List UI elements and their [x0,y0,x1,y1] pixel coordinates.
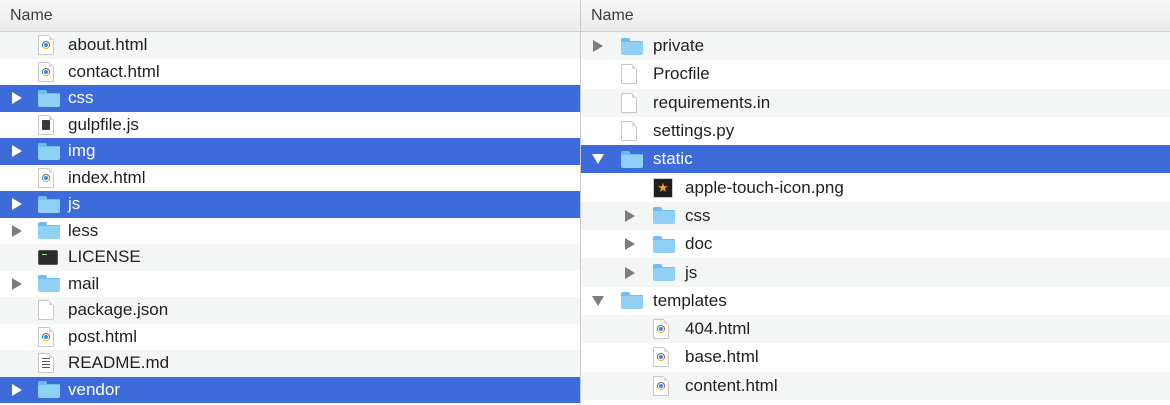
document-icon [621,64,637,85]
file-name: img [68,141,96,161]
disclosure-closed-icon[interactable] [12,277,22,290]
file-row[interactable]: contact.html [0,59,580,86]
terminal-file-icon [38,249,58,265]
file-name: contact.html [68,61,160,81]
file-name: about.html [68,35,148,55]
folder-icon [621,292,643,310]
folder-icon [653,207,675,225]
file-name: package.json [68,300,169,320]
file-name: mail [68,273,100,293]
executable-file-icon [38,114,54,135]
chrome-html-file-icon [653,375,669,396]
file-name: 404.html [685,319,751,339]
disclosure-closed-icon[interactable] [12,224,22,237]
disclosure-closed-icon[interactable] [625,238,635,251]
folder-icon [653,235,675,253]
right-file-list: Name private Procfile requirements.in setti… [581,0,1170,405]
chrome-html-file-icon [38,61,54,82]
file-row[interactable]: LICENSE [0,244,580,271]
file-row[interactable]: README.md [0,350,580,377]
chrome-html-file-icon [38,326,54,347]
file-row[interactable]: index.html [0,165,580,192]
document-icon [621,121,637,142]
file-name: js [685,262,698,282]
file-name: css [68,88,94,108]
disclosure-closed-icon[interactable] [593,40,603,53]
left-rows: about.html contact.html css gulpfile.js img i… [0,32,580,403]
file-name: css [685,205,711,225]
file-row[interactable]: ★ apple-touch-icon.png [581,173,1170,201]
folder-icon [38,222,60,240]
file-row[interactable]: vendor [0,376,580,403]
name-column-header[interactable]: Name [581,0,1170,32]
file-name: post.html [68,326,137,346]
disclosure-closed-icon[interactable] [12,383,22,396]
file-row[interactable]: Procfile [581,60,1170,88]
file-name: static [653,149,693,169]
file-row[interactable]: mail [0,271,580,298]
disclosure-open-icon[interactable] [592,295,604,306]
image-file-icon: ★ [653,177,673,198]
file-name: js [68,194,81,214]
file-name: content.html [685,375,778,395]
file-row[interactable]: templates [581,287,1170,315]
disclosure-closed-icon[interactable] [625,209,635,222]
folder-icon [38,275,60,293]
file-row[interactable]: about.html [0,32,580,59]
folder-icon [38,195,60,213]
folder-icon [621,37,643,55]
file-name: README.md [68,353,170,373]
file-row[interactable]: requirements.in [581,88,1170,117]
disclosure-closed-icon[interactable] [12,145,22,158]
file-row[interactable]: img [0,138,580,165]
file-name: index.html [68,167,146,187]
chrome-html-file-icon [38,167,54,188]
left-file-list: Name about.html contact.html css gulpfile.j… [0,0,580,405]
file-row[interactable]: gulpfile.js [0,112,580,139]
document-icon [621,92,637,113]
file-row[interactable]: less [0,218,580,245]
file-name: templates [653,290,727,310]
file-row[interactable]: 404.html [581,314,1170,344]
file-name: Procfile [653,64,710,84]
folder-icon [653,264,675,282]
chrome-html-file-icon [38,35,54,56]
file-name: base.html [685,347,759,367]
document-icon [38,300,54,321]
file-row[interactable]: content.html [581,371,1170,400]
disclosure-closed-icon[interactable] [12,198,22,211]
disclosure-closed-icon[interactable] [625,266,635,279]
name-column-header[interactable]: Name [0,0,580,32]
folder-icon [621,150,643,168]
file-row[interactable]: post.html [0,324,580,351]
file-name: private [653,36,705,56]
chrome-html-file-icon [653,347,669,368]
file-name: gulpfile.js [68,114,139,134]
file-row[interactable]: base.html [581,343,1170,371]
file-row[interactable]: css [581,201,1170,231]
file-name: less [68,220,99,240]
folder-icon [38,381,60,399]
file-name: apple-touch-icon.png [685,177,844,197]
right-rows: private Procfile requirements.in settings.p… [581,32,1170,400]
folder-icon [38,142,60,160]
folder-icon [38,89,60,107]
markdown-file-icon [38,353,54,374]
file-name: LICENSE [68,247,141,267]
file-row[interactable]: static [581,145,1170,174]
file-row[interactable]: doc [581,230,1170,258]
file-name: settings.py [653,121,735,141]
chrome-html-file-icon [653,319,669,340]
file-name: vendor [68,379,120,399]
file-row[interactable]: package.json [0,297,580,324]
disclosure-open-icon[interactable] [592,154,604,165]
file-row[interactable]: settings.py [581,117,1170,145]
file-name: doc [685,234,713,254]
file-name: requirements.in [653,92,771,112]
file-row[interactable]: private [581,32,1170,61]
file-row[interactable]: js [581,258,1170,287]
file-row[interactable]: css [0,85,580,112]
disclosure-closed-icon[interactable] [12,92,22,105]
file-row[interactable]: js [0,191,580,218]
